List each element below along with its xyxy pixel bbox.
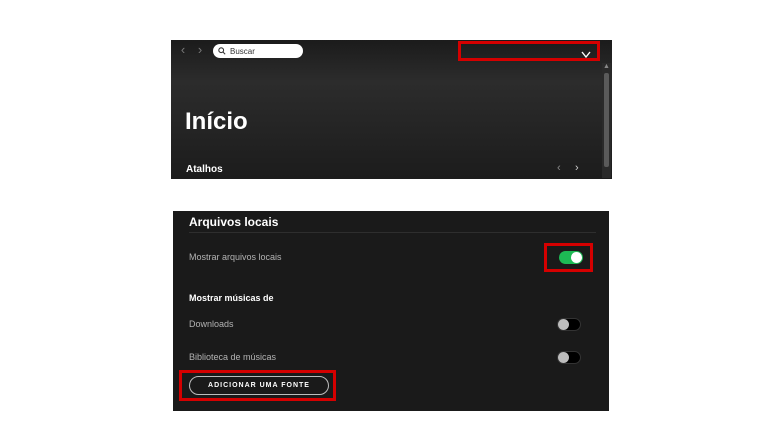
search-input[interactable]: Buscar (213, 44, 303, 58)
downloads-toggle[interactable] (557, 318, 581, 331)
shortcuts-heading: Atalhos (186, 164, 223, 175)
shortcuts-next-icon[interactable]: › (575, 162, 579, 174)
toggle-knob (558, 319, 569, 330)
scrollbar-thumb[interactable] (604, 73, 609, 167)
scrollbar[interactable]: ▲ (602, 63, 611, 178)
forward-arrow-icon[interactable]: › (195, 43, 205, 56)
search-placeholder: Buscar (230, 46, 255, 56)
source-label-music-library: Biblioteca de músicas (189, 352, 277, 362)
user-menu-dropdown[interactable] (458, 41, 600, 61)
show-local-files-toggle[interactable] (559, 251, 583, 264)
toggle-knob (571, 252, 582, 263)
scroll-up-icon[interactable]: ▲ (603, 63, 610, 70)
show-songs-from-label: Mostrar músicas de (189, 293, 274, 303)
source-label-downloads: Downloads (189, 319, 234, 329)
section-divider (189, 232, 596, 233)
search-icon (216, 47, 228, 55)
music-library-toggle[interactable] (557, 351, 581, 364)
section-title: Arquivos locais (189, 215, 279, 229)
toggle-knob (558, 352, 569, 363)
shortcuts-prev-icon[interactable]: ‹ (557, 162, 561, 174)
chevron-down-icon (581, 46, 591, 64)
add-source-button[interactable]: ADICIONAR UMA FONTE (189, 376, 329, 395)
show-local-files-label: Mostrar arquivos locais (189, 252, 282, 262)
page-title: Início (185, 108, 248, 135)
back-arrow-icon[interactable]: ‹ (178, 43, 188, 56)
